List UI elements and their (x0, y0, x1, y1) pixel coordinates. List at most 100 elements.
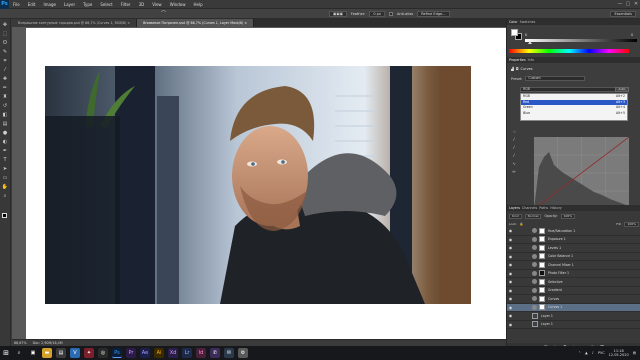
layer-row-selected[interactable]: ◉ Curves 1 (507, 303, 640, 312)
antialias-checkbox[interactable] (388, 11, 393, 16)
menu-layer[interactable]: Layer (60, 2, 79, 7)
layer-image-thumbnail[interactable] (532, 312, 538, 319)
k-slider[interactable] (525, 39, 637, 42)
channel-option[interactable]: Blue Alt+5 (521, 111, 627, 117)
network-icon[interactable]: ▲ (585, 351, 588, 355)
refine-edge-button[interactable]: Refine Edge... (417, 10, 450, 17)
photoshop-icon[interactable]: Ps (112, 348, 122, 358)
menu-file[interactable]: File (9, 2, 24, 7)
adobe-app-icon[interactable]: Id (196, 348, 206, 358)
document-tab[interactable]: Вчерашние контурные городов.psd @ 66,7% … (12, 19, 138, 27)
layer-row[interactable]: ◉ Photo Filter 1 (507, 270, 640, 278)
layer-row[interactable]: ◉ Selective (507, 278, 640, 287)
layer-row[interactable]: ◉ Layer 1 (507, 312, 640, 321)
document-canvas[interactable] (26, 28, 513, 339)
zoom-tool-icon[interactable]: ⌕ (1, 192, 10, 200)
type-tool-icon[interactable]: T (1, 156, 10, 164)
task-view-icon[interactable]: ▣ (28, 348, 38, 358)
layer-mask-thumbnail[interactable] (539, 244, 545, 251)
visibility-eye-icon[interactable]: ◉ (507, 288, 514, 293)
path-select-tool-icon[interactable]: ➤ (1, 165, 10, 173)
eyedropper-tool-icon[interactable]: ⁄ (1, 66, 10, 74)
layer-mask-thumbnail[interactable] (539, 278, 545, 285)
foreground-color-swatch[interactable] (2, 213, 7, 218)
quick-select-tool-icon[interactable]: ✎ (1, 48, 10, 56)
layer-row[interactable]: ◉ Color Balance 1 (507, 253, 640, 261)
fill-input[interactable]: 100% (624, 221, 639, 227)
layer-row[interactable]: ◉ Exposure 1 (507, 236, 640, 244)
preset-select[interactable]: Custom (525, 76, 586, 81)
visibility-eye-icon[interactable]: ◉ (507, 262, 514, 267)
feather-input[interactable]: 0 px (369, 10, 385, 17)
auto-button[interactable]: Auto (615, 87, 629, 92)
k-slider-thumb[interactable] (528, 41, 532, 44)
search-icon[interactable]: ⌕ (14, 348, 24, 358)
menu-type[interactable]: Type (79, 2, 96, 7)
tab-properties[interactable]: Properties (509, 58, 526, 62)
blur-tool-icon[interactable]: ● (1, 129, 10, 137)
eraser-tool-icon[interactable]: ◧ (1, 111, 10, 119)
tab-paths[interactable]: Paths (539, 206, 548, 210)
visibility-eye-icon[interactable]: ◉ (507, 305, 514, 310)
clock[interactable]: 11:18 12.05.2020 (609, 349, 629, 357)
layer-mask-thumbnail[interactable] (539, 253, 545, 260)
brush-tool-icon[interactable]: ✏ (1, 84, 10, 92)
menu-image[interactable]: Image (39, 2, 60, 7)
visibility-eye-icon[interactable]: ◉ (507, 296, 514, 301)
tab-swatches[interactable]: Swatches (520, 20, 536, 24)
tab-info[interactable]: Info (528, 58, 534, 62)
dodge-tool-icon[interactable]: ◐ (1, 138, 10, 146)
visibility-eye-icon[interactable]: ◉ (507, 228, 514, 233)
channel-select[interactable]: RGB (520, 87, 628, 92)
layer-mask-thumbnail[interactable] (539, 236, 545, 243)
illustrator-icon[interactable]: Ai (154, 348, 164, 358)
layer-mask-thumbnail[interactable] (539, 304, 545, 311)
layer-row[interactable]: ◉ Levels 1 (507, 244, 640, 253)
gradient-tool-icon[interactable]: ▤ (1, 120, 10, 128)
tab-channels[interactable]: Channels (522, 206, 537, 210)
marquee-tool-icon[interactable]: ⬚ (1, 30, 10, 38)
visibility-eye-icon[interactable]: ◉ (507, 313, 514, 318)
menu-3d[interactable]: 3D (135, 2, 149, 7)
pencil-tool-icon[interactable]: ✏ (511, 169, 517, 175)
target-adjust-icon[interactable]: ☜ (511, 129, 517, 135)
file-explorer-icon[interactable]: ▬ (42, 348, 52, 358)
mask-icon[interactable]: ◘ (516, 67, 519, 71)
layer-mask-thumbnail[interactable] (539, 295, 545, 302)
layer-filter-select[interactable]: Kind (509, 213, 522, 219)
blend-mode-select[interactable]: Normal (524, 213, 542, 219)
menu-edit[interactable]: Edit (24, 2, 40, 7)
layer-mask-thumbnail[interactable] (539, 270, 545, 277)
k-value[interactable]: 0 (631, 33, 633, 37)
color-spectrum[interactable] (509, 49, 629, 53)
move-tool-icon[interactable]: ✥ (1, 21, 10, 29)
maximize-button[interactable]: ▢ (624, 0, 632, 9)
curve-point-tool-icon[interactable]: ∿ (511, 161, 517, 167)
lasso-tool-icon[interactable]: ʘ (1, 39, 10, 47)
layer-row[interactable]: ◉ Channel Mixer 1 (507, 261, 640, 270)
after-effects-icon[interactable]: Ae (140, 348, 150, 358)
app-icon[interactable]: V (70, 348, 80, 358)
layer-row[interactable]: ◉ Layer 1 (507, 321, 640, 329)
layer-row[interactable]: ◉ Curves (507, 295, 640, 304)
adobe-app-icon[interactable]: Xd (168, 348, 178, 358)
store-icon[interactable]: ▤ (56, 348, 66, 358)
media-icon[interactable]: ◎ (98, 348, 108, 358)
healing-tool-icon[interactable]: ✚ (1, 75, 10, 83)
gray-point-eyedropper-icon[interactable]: ⁄ (511, 145, 517, 151)
app-icon[interactable]: ✉ (224, 348, 234, 358)
pen-tool-icon[interactable]: ✒ (1, 147, 10, 155)
visibility-eye-icon[interactable]: ◉ (507, 271, 514, 276)
settings-icon[interactable]: ⚙ (238, 348, 248, 358)
portrait-photo[interactable] (45, 66, 471, 304)
visibility-eye-icon[interactable]: ◉ (507, 279, 514, 284)
adobe-app-icon[interactable]: Lr (182, 348, 192, 358)
menu-view[interactable]: View (148, 2, 166, 7)
start-button[interactable]: ⊞ (0, 346, 12, 360)
shape-tool-icon[interactable]: ▭ (1, 174, 10, 182)
crop-tool-icon[interactable]: ⌗ (1, 57, 10, 65)
opacity-input[interactable]: 100% (560, 213, 576, 219)
premiere-icon[interactable]: Pr (126, 348, 136, 358)
language-indicator[interactable]: РУС (598, 351, 605, 355)
visibility-eye-icon[interactable]: ◉ (507, 254, 514, 259)
